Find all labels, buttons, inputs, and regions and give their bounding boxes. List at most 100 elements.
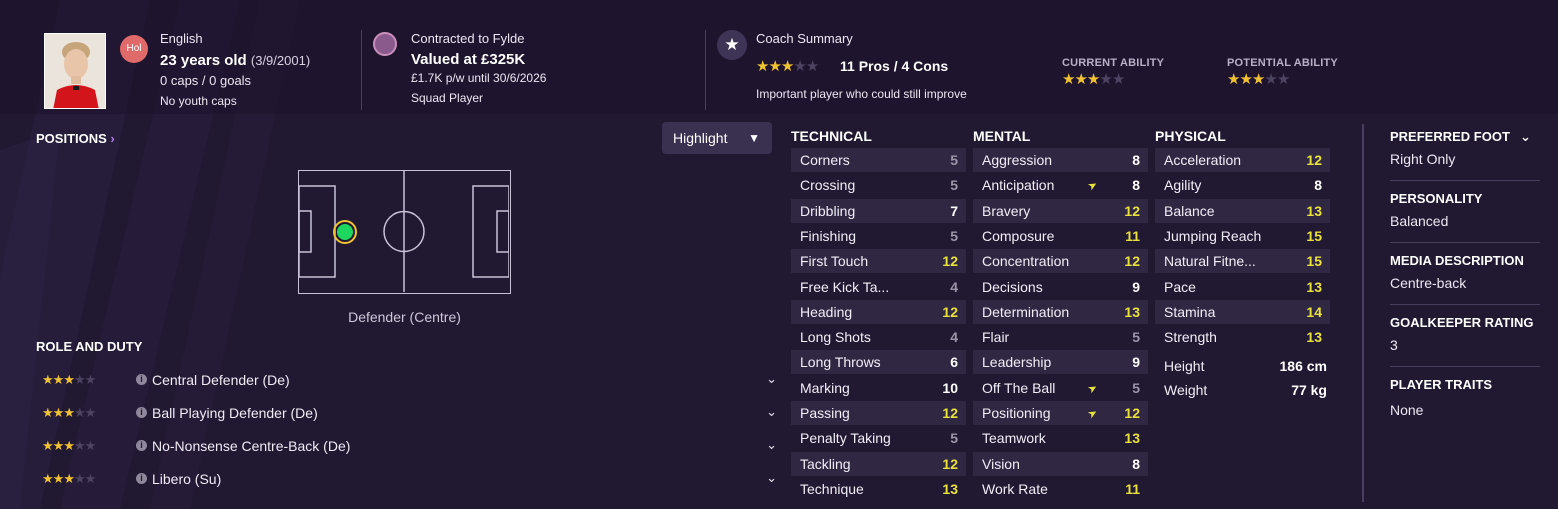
attribute-row[interactable]: Aggression 8: [973, 148, 1148, 172]
attribute-value: 12: [1124, 202, 1140, 219]
attribute-name: Decisions: [982, 278, 1043, 295]
attribute-value: 12: [1306, 152, 1322, 168]
attribute-row[interactable]: Work Rate 11: [973, 477, 1148, 501]
divider: [1390, 180, 1540, 181]
attribute-row[interactable]: Tackling 12: [791, 451, 966, 476]
highlight-dropdown[interactable]: Highlight ▼: [662, 122, 772, 154]
attribute-name: Crossing: [800, 177, 856, 194]
attribute-value: 5: [950, 177, 958, 194]
attribute-row[interactable]: Off The Ball ➤ 5: [973, 376, 1148, 400]
attribute-row[interactable]: Penalty Taking 5: [791, 426, 966, 450]
attribute-row[interactable]: Teamwork 13: [973, 426, 1148, 450]
attribute-value: 8: [1132, 152, 1140, 168]
nation-flag-icon[interactable]: Hol: [120, 35, 148, 63]
attribute-row[interactable]: Bravery 12: [973, 198, 1148, 223]
chevron-down-icon[interactable]: ⌄: [766, 437, 777, 453]
chevron-down-icon[interactable]: ⌄: [766, 371, 777, 387]
attribute-name: Pace: [1164, 278, 1196, 295]
star-icon: ★: [717, 30, 747, 60]
star-icon: ★: [1086, 71, 1100, 88]
attribute-name: Vision: [982, 455, 1020, 472]
attribute-row[interactable]: Long Shots 4: [791, 325, 966, 349]
role-row[interactable]: ★★★★★ i Ball Playing Defender (De) ⌄: [42, 401, 777, 427]
attribute-row[interactable]: Free Kick Ta... 4: [791, 275, 966, 299]
attribute-row[interactable]: Marking 10: [791, 376, 966, 400]
attribute-name: Bravery: [982, 202, 1031, 219]
trend-arrow-icon: ➤: [1085, 406, 1100, 422]
attribute-row[interactable]: Heading 12: [791, 299, 966, 324]
info-icon[interactable]: i: [136, 374, 147, 385]
chevron-down-icon[interactable]: ⌄: [766, 404, 777, 420]
star-icon: ★: [52, 438, 65, 453]
divider: [1390, 242, 1540, 243]
attribute-row[interactable]: Determination 13: [973, 299, 1148, 324]
attribute-value: 12: [942, 253, 958, 270]
attribute-row[interactable]: Long Throws 6: [791, 350, 966, 375]
attribute-row[interactable]: Vision 8: [973, 451, 1148, 476]
chevron-down-icon[interactable]: ⌄: [1520, 129, 1531, 145]
attribute-row[interactable]: Leadership 9: [973, 350, 1148, 375]
attribute-row[interactable]: First Touch 12: [791, 249, 966, 274]
attribute-row[interactable]: Agility 8: [1155, 173, 1330, 197]
coach-summary-title[interactable]: Coach Summary: [756, 31, 853, 46]
attribute-row[interactable]: Concentration 12: [973, 249, 1148, 274]
attribute-value: 13: [1124, 430, 1140, 447]
attribute-name: Long Shots: [800, 329, 871, 346]
weight-row: Weight 77 kg: [1164, 382, 1327, 398]
attribute-row[interactable]: Balance 13: [1155, 198, 1330, 223]
preferred-foot-title[interactable]: PREFERRED FOOT ⌄: [1390, 129, 1531, 144]
attribute-name: Work Rate: [982, 480, 1048, 497]
attribute-name: Flair: [982, 329, 1010, 346]
position-dot-centre-back[interactable]: [337, 224, 353, 240]
attribute-row[interactable]: Anticipation ➤ 8: [973, 173, 1148, 197]
attribute-row[interactable]: Dribbling 7: [791, 198, 966, 223]
attribute-name: Teamwork: [982, 430, 1046, 447]
chevron-down-icon[interactable]: ⌄: [766, 470, 777, 486]
position-pitch[interactable]: [298, 170, 511, 294]
info-icon[interactable]: i: [136, 440, 147, 451]
attribute-row[interactable]: Technique 13: [791, 477, 966, 501]
attribute-name: Acceleration: [1164, 152, 1242, 168]
attribute-row[interactable]: Positioning ➤ 12: [973, 401, 1148, 425]
attribute-row[interactable]: Passing 12: [791, 401, 966, 425]
star-icon: ★: [42, 438, 54, 453]
attribute-row[interactable]: Flair 5: [973, 325, 1148, 349]
attribute-name: Finishing: [800, 227, 857, 244]
attribute-row[interactable]: Natural Fitne... 15: [1155, 249, 1330, 274]
info-icon[interactable]: i: [136, 407, 147, 418]
attribute-row[interactable]: Strength 13: [1155, 325, 1330, 349]
header-divider: [361, 30, 362, 110]
star-icon: ★: [805, 58, 819, 75]
club-badge-icon[interactable]: [373, 32, 397, 56]
star-icon: ★: [1227, 71, 1240, 88]
role-row[interactable]: ★★★★★ i Libero (Su) ⌄: [42, 467, 777, 493]
attribute-row[interactable]: Crossing 5: [791, 173, 966, 197]
attribute-name: Agility: [1164, 177, 1202, 194]
star-icon: ★: [52, 405, 65, 420]
role-row[interactable]: ★★★★★ i Central Defender (De) ⌄: [42, 368, 777, 394]
caps-goals: 0 caps / 0 goals: [160, 73, 252, 88]
trend-arrow-icon: ➤: [1085, 178, 1100, 194]
attribute-name: Natural Fitne...: [1164, 253, 1256, 270]
attribute-row[interactable]: Decisions 9: [973, 275, 1148, 299]
role-row[interactable]: ★★★★★ i No-Nonsense Centre-Back (De) ⌄: [42, 434, 777, 460]
star-icon: ★: [768, 58, 781, 75]
info-icon[interactable]: i: [136, 473, 147, 484]
star-icon: ★: [756, 58, 769, 75]
positions-title[interactable]: POSITIONS ›: [36, 131, 115, 146]
attribute-row[interactable]: Finishing 5: [791, 224, 966, 248]
attribute-value: 5: [950, 430, 958, 447]
attribute-value: 4: [950, 278, 958, 295]
attribute-name: Penalty Taking: [800, 430, 891, 447]
player-traits-title: PLAYER TRAITS: [1390, 377, 1493, 392]
attribute-row[interactable]: Stamina 14: [1155, 299, 1330, 324]
attribute-row[interactable]: Corners 5: [791, 148, 966, 172]
club-contract[interactable]: Contracted to Fylde: [411, 31, 524, 46]
height-row: Height 186 cm: [1164, 358, 1327, 374]
attribute-row[interactable]: Jumping Reach 15: [1155, 224, 1330, 248]
attribute-row[interactable]: Pace 13: [1155, 275, 1330, 299]
attribute-value: 9: [1132, 354, 1140, 371]
attribute-value: 12: [1124, 253, 1140, 270]
attribute-row[interactable]: Acceleration 12: [1155, 148, 1330, 172]
attribute-row[interactable]: Composure 11: [973, 224, 1148, 248]
